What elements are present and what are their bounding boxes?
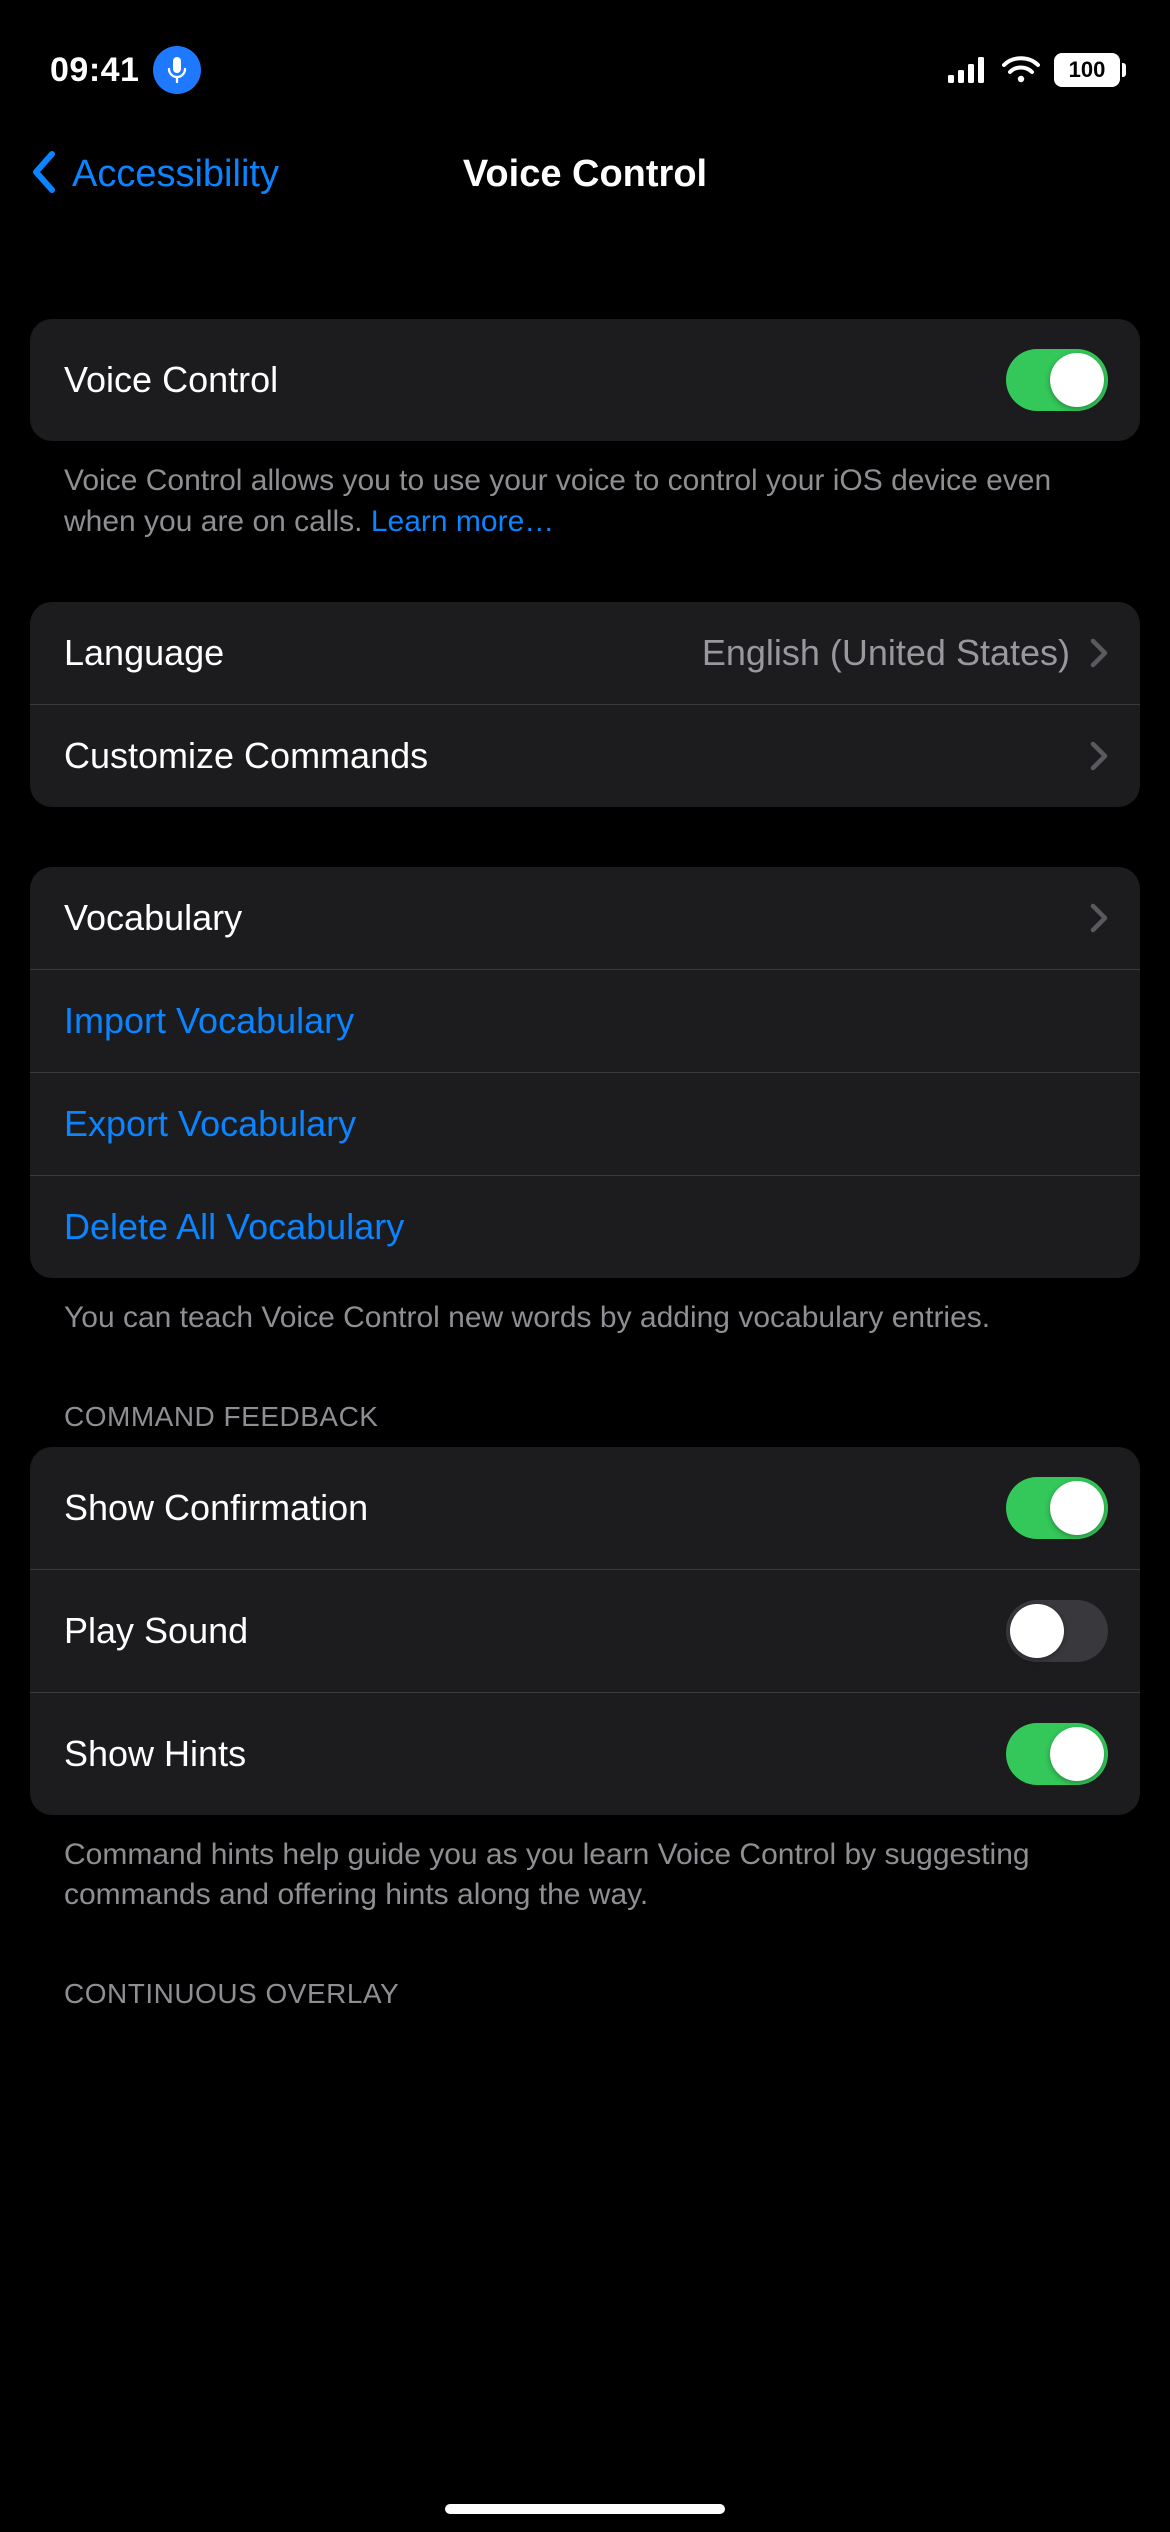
play-sound-toggle[interactable] — [1006, 1600, 1108, 1662]
cell-language[interactable]: Language English (United States) — [30, 602, 1140, 705]
chevron-left-icon — [30, 150, 58, 194]
vocabulary-footer: You can teach Voice Control new words by… — [30, 1278, 1140, 1339]
back-label[interactable]: Accessibility — [72, 153, 279, 196]
chevron-right-icon — [1090, 638, 1108, 668]
cell-customize-commands[interactable]: Customize Commands — [30, 705, 1140, 807]
learn-more-link[interactable]: Learn more… — [371, 505, 554, 538]
cell-play-sound: Play Sound — [30, 1570, 1140, 1693]
cell-vocabulary[interactable]: Vocabulary — [30, 867, 1140, 970]
voice-control-footer: Voice Control allows you to use your voi… — [30, 441, 1140, 542]
language-label: Language — [64, 632, 224, 674]
command-feedback-footer: Command hints help guide you as you lear… — [30, 1815, 1140, 1916]
show-hints-label: Show Hints — [64, 1733, 246, 1775]
cell-delete-vocabulary[interactable]: Delete All Vocabulary — [30, 1176, 1140, 1278]
show-hints-toggle[interactable] — [1006, 1723, 1108, 1785]
nav-bar: Accessibility Voice Control — [0, 130, 1170, 239]
cell-export-vocabulary[interactable]: Export Vocabulary — [30, 1073, 1140, 1176]
wifi-icon — [1002, 56, 1040, 84]
language-value: English (United States) — [702, 632, 1070, 674]
cell-show-confirmation: Show Confirmation — [30, 1447, 1140, 1570]
home-indicator[interactable] — [445, 2504, 725, 2514]
chevron-right-icon — [1090, 741, 1108, 771]
voice-control-toggle[interactable] — [1006, 349, 1108, 411]
battery-indicator: 100 — [1054, 53, 1120, 87]
show-confirmation-label: Show Confirmation — [64, 1487, 368, 1529]
delete-vocabulary-label: Delete All Vocabulary — [64, 1206, 404, 1248]
status-right: 100 — [948, 53, 1120, 87]
back-button[interactable] — [30, 150, 58, 199]
group-command-feedback: Show Confirmation Play Sound Show Hints — [30, 1447, 1140, 1815]
export-vocabulary-label: Export Vocabulary — [64, 1103, 356, 1145]
cell-show-hints: Show Hints — [30, 1693, 1140, 1815]
cell-voice-control: Voice Control — [30, 319, 1140, 441]
chevron-right-icon — [1090, 903, 1108, 933]
import-vocabulary-label: Import Vocabulary — [64, 1000, 354, 1042]
status-bar: 09:41 100 — [0, 0, 1170, 130]
group-voice-control: Voice Control — [30, 319, 1140, 441]
content: Voice Control Voice Control allows you t… — [0, 319, 1170, 2024]
voice-control-footer-text: Voice Control allows you to use your voi… — [64, 464, 1051, 538]
play-sound-label: Play Sound — [64, 1610, 248, 1652]
voice-control-label: Voice Control — [64, 359, 278, 401]
show-confirmation-toggle[interactable] — [1006, 1477, 1108, 1539]
group-vocabulary: Vocabulary Import Vocabulary Export Voca… — [30, 867, 1140, 1278]
vocabulary-label: Vocabulary — [64, 897, 242, 939]
mic-indicator — [153, 46, 201, 94]
group-language: Language English (United States) Customi… — [30, 602, 1140, 807]
cellular-icon — [948, 57, 988, 83]
status-time: 09:41 — [50, 51, 139, 90]
cell-import-vocabulary[interactable]: Import Vocabulary — [30, 970, 1140, 1073]
continuous-overlay-header: CONTINUOUS OVERLAY — [30, 1916, 1140, 2024]
page-title: Voice Control — [463, 153, 707, 196]
command-feedback-header: COMMAND FEEDBACK — [30, 1339, 1140, 1447]
customize-commands-label: Customize Commands — [64, 735, 428, 777]
status-left: 09:41 — [50, 46, 201, 94]
mic-icon — [166, 56, 188, 84]
